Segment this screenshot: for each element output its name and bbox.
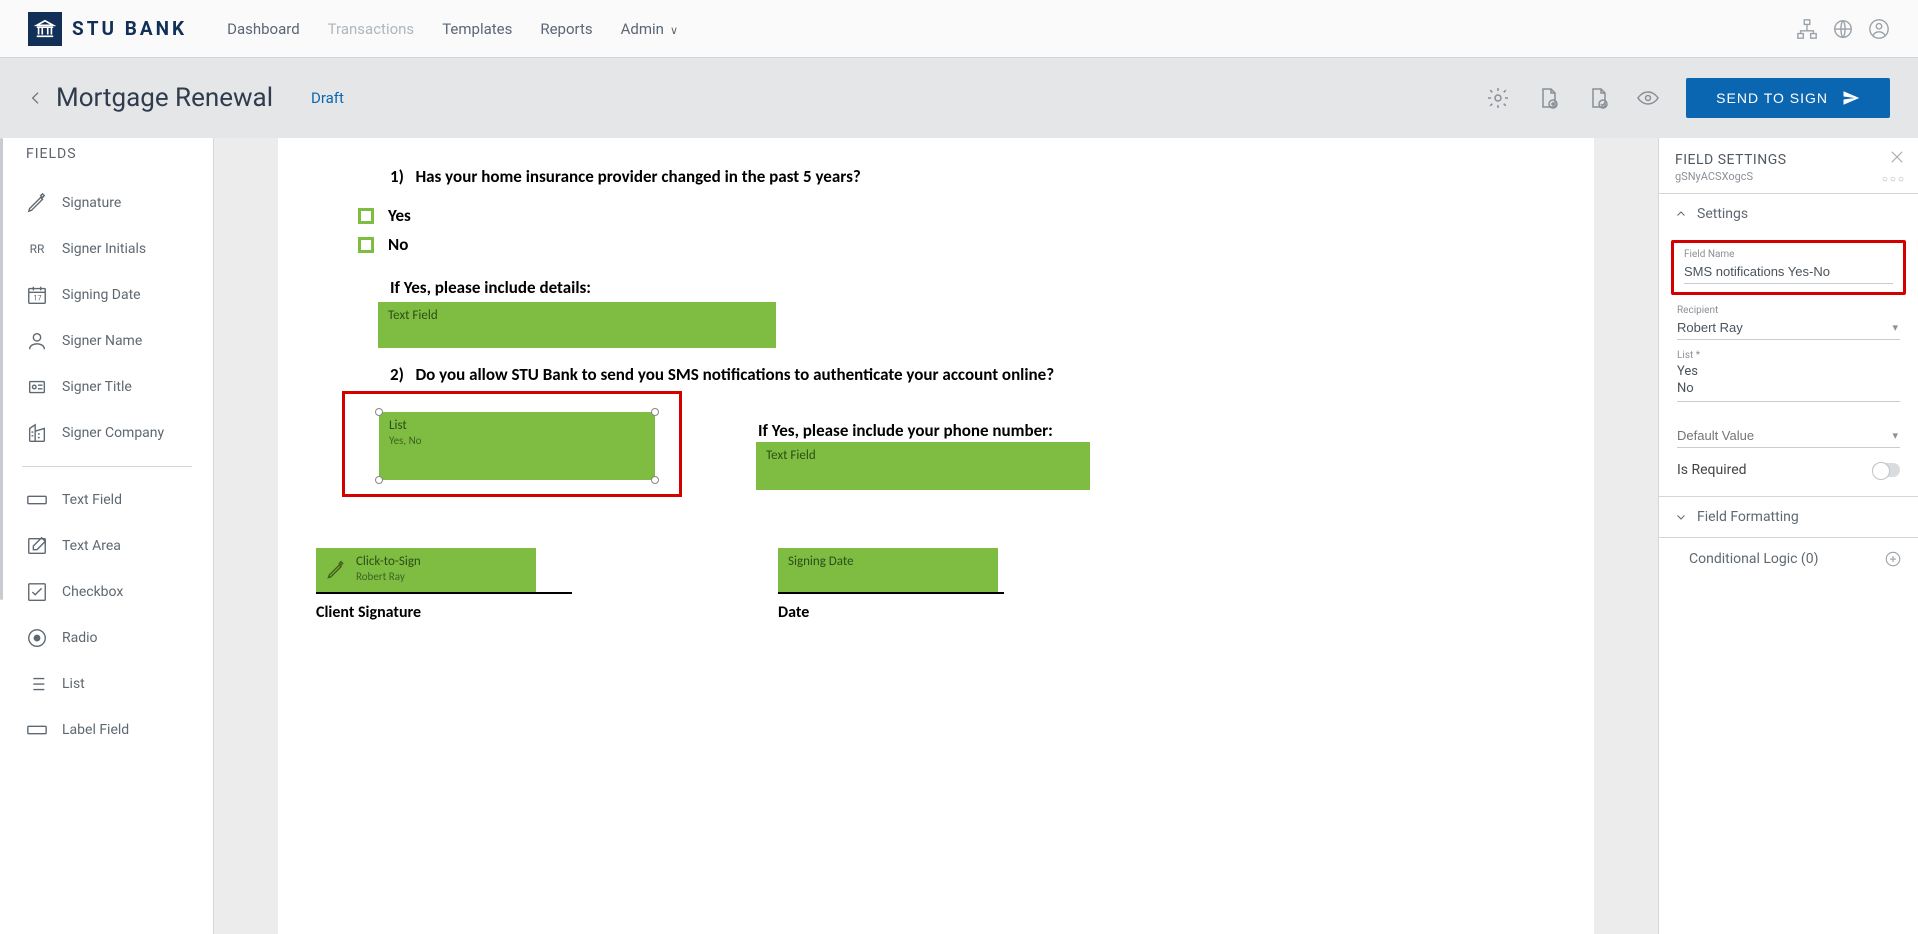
checkbox-icon [26,581,48,603]
eye-icon[interactable] [1636,86,1660,110]
top-nav: Dashboard Transactions Templates Reports… [227,20,678,38]
placed-click-to-sign[interactable]: Click-to-Sign Robert Ray [316,548,536,592]
plus-circle-icon[interactable] [1884,550,1902,568]
list-label: List * [1677,350,1900,361]
pen-icon [326,554,346,586]
checkbox-icon[interactable] [358,237,374,253]
field-signer-company[interactable]: Signer Company [26,410,213,456]
close-icon[interactable] [1888,148,1906,166]
sitemap-icon[interactable] [1796,18,1818,40]
field-signer-title[interactable]: Signer Title [26,364,213,410]
more-icon[interactable]: ○○○ [1882,174,1906,185]
top-bar: STU BANK Dashboard Transactions Template… [0,0,1918,58]
svg-text:17: 17 [33,294,41,303]
resize-handle[interactable] [375,408,383,416]
field-checkbox[interactable]: Checkbox [26,569,213,615]
field-radio[interactable]: Radio [26,615,213,661]
field-text-area[interactable]: Text Area [26,523,213,569]
send-to-sign-button[interactable]: SEND TO SIGN [1686,78,1890,118]
user-icon[interactable] [1868,18,1890,40]
chevron-up-icon [1675,208,1687,220]
fields-title: FIELDS [26,146,213,162]
pen-icon [26,192,48,214]
placed-text-field-1[interactable]: Text Field [378,302,776,348]
back-button[interactable] [28,90,44,106]
document-done-icon[interactable] [1586,86,1610,110]
date-label: Date [778,603,809,622]
document-page[interactable]: 1) Has your home insurance provider chan… [278,138,1594,934]
nav-templates[interactable]: Templates [442,20,512,38]
resize-handle[interactable] [651,476,659,484]
field-list[interactable]: List [26,661,213,707]
radio-icon [26,627,48,649]
status-label: Draft [311,89,344,107]
placed-list-field[interactable]: List Yes, No [379,412,655,480]
field-name-highlight: Field Name [1671,240,1906,295]
initials-icon: RR [26,238,48,260]
nav-reports[interactable]: Reports [540,20,592,38]
field-signer-initials[interactable]: RR Signer Initials [26,226,213,272]
separator [22,466,192,467]
field-settings-panel: FIELD SETTINGS gSNyACSXogcS ○○○ Settings… [1658,138,1918,934]
nav-transactions[interactable]: Transactions [328,20,415,38]
client-signature-label: Client Signature [316,603,421,622]
brand-logo[interactable]: STU BANK [28,12,187,46]
is-required-toggle[interactable] [1872,463,1900,477]
bank-icon [28,12,62,46]
placed-text-field-2[interactable]: Text Field [756,442,1090,490]
is-required-label: Is Required [1677,462,1747,478]
chevron-down-icon [1675,511,1687,523]
option-no: No [358,234,1554,255]
panel-subtitle: gSNyACSXogcS [1675,170,1902,183]
recipient-label: Recipient [1677,305,1900,316]
label-icon [26,719,48,741]
field-name-input[interactable] [1684,260,1893,284]
option-yes: Yes [358,205,1554,226]
conditional-logic-section: Conditional Logic (0) [1659,538,1918,580]
if-yes-2: If Yes, please include your phone number… [758,420,1053,441]
checkbox-icon[interactable] [358,208,374,224]
textfield-icon [26,489,48,511]
field-formatting-header[interactable]: Field Formatting [1659,497,1918,537]
gear-icon[interactable] [1486,86,1510,110]
sub-header: Mortgage Renewal Draft SEND TO SIGN [0,58,1918,138]
badge-icon [26,376,48,398]
field-signature[interactable]: Signature [26,180,213,226]
list-options[interactable]: Yes No [1677,363,1900,402]
field-label[interactable]: Label Field [26,707,213,753]
building-icon [26,422,48,444]
nav-dashboard[interactable]: Dashboard [227,20,300,38]
globe-icon[interactable] [1832,18,1854,40]
field-signing-date[interactable]: 17 Signing Date [26,272,213,318]
textarea-icon [26,535,48,557]
field-signer-name[interactable]: Signer Name [26,318,213,364]
document-add-icon[interactable] [1536,86,1560,110]
list-icon [26,673,48,695]
question-1: 1) Has your home insurance provider chan… [390,166,1554,187]
resize-handle[interactable] [375,476,383,484]
document-canvas[interactable]: 1) Has your home insurance provider chan… [214,138,1658,934]
question-2: 2) Do you allow STU Bank to send you SMS… [390,364,1554,385]
placed-signing-date[interactable]: Signing Date [778,548,998,592]
default-value-select[interactable] [1677,424,1900,448]
recipient-select[interactable] [1677,316,1900,340]
settings-header[interactable]: Settings [1659,194,1918,234]
person-icon [26,330,48,352]
scrollbar[interactable] [0,138,3,934]
conditional-logic-header[interactable]: Conditional Logic (0) [1659,538,1918,580]
page-title: Mortgage Renewal [56,83,273,113]
fields-palette: FIELDS Signature RR Signer Initials 17 S… [0,138,214,934]
chevron-down-icon: ∨ [670,24,678,37]
panel-title: FIELD SETTINGS [1675,152,1902,168]
resize-handle[interactable] [651,408,659,416]
field-name-label: Field Name [1684,249,1893,260]
field-formatting-section: Field Formatting [1659,497,1918,538]
calendar-icon: 17 [26,284,48,306]
field-text-field[interactable]: Text Field [26,477,213,523]
if-yes-1: If Yes, please include details: [390,277,1554,298]
settings-section: Settings Field Name Recipient List * Yes [1659,194,1918,497]
brand-name: STU BANK [72,17,187,40]
nav-admin[interactable]: Admin∨ [621,20,678,38]
